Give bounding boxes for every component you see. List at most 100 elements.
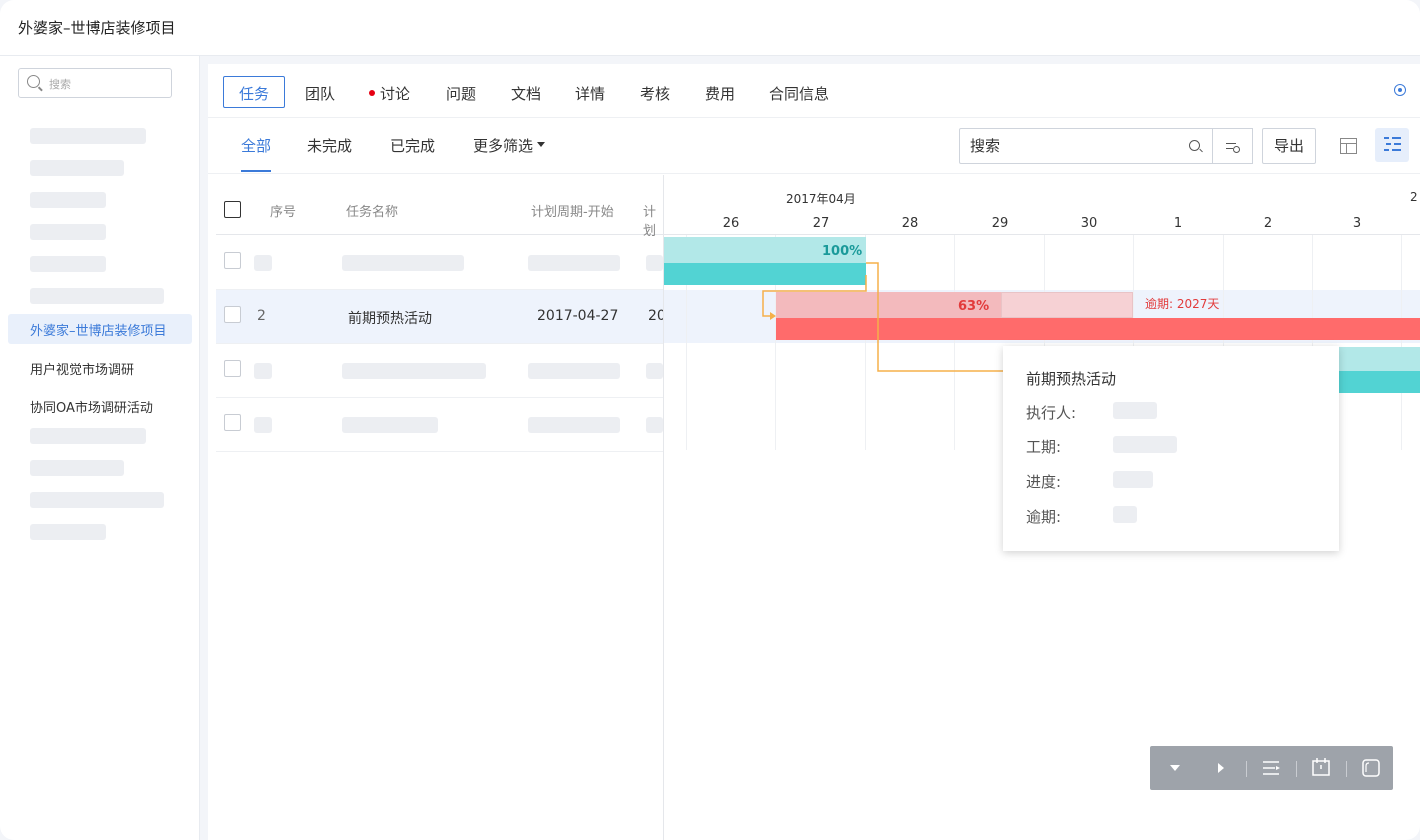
tab-discussion[interactable]: 讨论 (369, 83, 410, 104)
filter-more-dropdown[interactable]: 更多筛选 (473, 135, 546, 156)
settings-icon[interactable] (1394, 84, 1406, 96)
gantt-gridline (1401, 235, 1402, 450)
toolbar-divider (1246, 761, 1247, 777)
gantt-view-icon-bar (1386, 143, 1391, 145)
fullscreen-icon[interactable] (1360, 746, 1382, 790)
tooltip-duration-value (1113, 436, 1177, 453)
gantt-overdue-label: 逾期: 2027天 (1145, 297, 1220, 311)
filter-all[interactable]: 全部 (241, 135, 272, 172)
skeleton-cell (254, 417, 272, 433)
tooltip-progress-label: 进度: (1026, 473, 1062, 491)
column-header-seq[interactable]: 序号 (270, 201, 296, 220)
collapse-down-icon[interactable] (1164, 746, 1186, 790)
expand-right-icon[interactable] (1210, 746, 1232, 790)
sidebar-skeleton-item (30, 256, 106, 272)
skeleton-cell (528, 363, 620, 379)
sidebar-skeleton-item (30, 288, 164, 304)
sidebar-item-active-project[interactable]: 外婆家–世博店装修项目 (8, 314, 192, 344)
gantt-task-bar-actual[interactable] (664, 263, 866, 285)
sidebar-search-input[interactable]: 搜索 (18, 68, 172, 98)
export-button[interactable]: 导出 (1262, 128, 1316, 164)
tooltip-progress-value (1113, 471, 1153, 488)
tooltip-duration-label: 工期: (1026, 438, 1062, 456)
caret-down-icon (537, 142, 546, 147)
filter-search-icon (1226, 143, 1236, 145)
skeleton-cell (646, 255, 663, 271)
gantt-month-label: 2017年04月 (786, 192, 856, 206)
gantt-task-progress-label: 100% (822, 244, 863, 259)
task-search-box (959, 128, 1213, 164)
gantt-gridline (954, 235, 955, 450)
gantt-task-bar-overdue[interactable] (776, 318, 1420, 340)
gantt-task-progress-label: 63% (958, 299, 990, 314)
gantt-day-label: 3 (1352, 216, 1362, 231)
filter-incomplete[interactable]: 未完成 (307, 135, 352, 156)
sidebar-item-oa-research[interactable]: 协同OA市场调研活动 (30, 397, 153, 416)
tooltip-overdue-label: 逾期: (1026, 508, 1062, 526)
gantt-task-bar-plan-rest[interactable] (1001, 292, 1133, 318)
tab-details[interactable]: 详情 (575, 83, 605, 104)
select-all-checkbox[interactable] (224, 201, 241, 218)
search-icon[interactable] (1189, 140, 1200, 151)
column-header-end[interactable]: 计划 (643, 201, 663, 239)
tab-discussion-label: 讨论 (380, 85, 411, 103)
task-table: 序号 任务名称 计划周期-开始 计划 2 前期预热活动 2017-04-27 2… (216, 175, 666, 840)
gantt-day-label: 30 (1080, 216, 1098, 231)
indent-list-icon[interactable] (1260, 746, 1282, 790)
gantt-task-bar-plan[interactable] (1334, 347, 1420, 371)
filter-complete[interactable]: 已完成 (390, 135, 435, 156)
tab-contract-info[interactable]: 合同信息 (769, 83, 829, 104)
skeleton-cell (528, 417, 620, 433)
row-checkbox[interactable] (224, 306, 241, 323)
gantt-view-icon-bar (1384, 149, 1389, 151)
gantt-day-label: 2 (1263, 216, 1273, 231)
row-checkbox[interactable] (224, 360, 241, 377)
main-panel: 任务 团队 讨论 问题 文档 详情 考核 费用 合同信息 全部 未完成 已完成 … (208, 64, 1420, 840)
tab-expenses[interactable]: 费用 (705, 83, 735, 104)
toolbar-divider (1296, 761, 1297, 777)
row-task-name[interactable]: 前期预热活动 (348, 308, 432, 328)
tab-team[interactable]: 团队 (305, 83, 335, 104)
table-view-icon[interactable] (1340, 138, 1357, 154)
task-tooltip: 前期预热活动 执行人: 工期: 进度: 逾期: (1003, 346, 1339, 551)
sidebar-item-user-visual-research[interactable]: 用户视觉市场调研 (30, 359, 134, 378)
task-search-input[interactable] (960, 129, 1185, 163)
table-row[interactable] (216, 344, 663, 398)
tab-assessment[interactable]: 考核 (640, 83, 670, 104)
title-bar: 外婆家–世博店装修项目 (0, 0, 1420, 56)
row-checkbox[interactable] (224, 414, 241, 431)
skeleton-cell (528, 255, 620, 271)
tab-documents[interactable]: 文档 (511, 83, 541, 104)
window-title: 外婆家–世博店装修项目 (18, 19, 176, 37)
table-row[interactable] (216, 236, 663, 290)
gantt-view-button[interactable] (1375, 128, 1409, 162)
filter-more-label: 更多筛选 (473, 137, 534, 155)
sidebar: 搜索 外婆家–世博店装修项目 用户视觉市场调研 协同OA市场调研活动 (0, 56, 200, 840)
sidebar-skeleton-item (30, 492, 164, 508)
filter-bar: 全部 未完成 已完成 更多筛选 导出 (208, 118, 1420, 174)
sidebar-skeleton-item (30, 128, 146, 144)
gantt-day-label: 27 (812, 216, 830, 231)
advanced-search-button[interactable] (1213, 128, 1253, 164)
row-checkbox[interactable] (224, 252, 241, 269)
skeleton-cell (646, 417, 663, 433)
skeleton-cell (342, 363, 486, 379)
tab-tasks[interactable]: 任务 (223, 76, 286, 108)
gantt-timeline-header: 2017年04月 2 26 27 28 29 30 1 2 3 (664, 175, 1420, 235)
gantt-view-icon-bar (1394, 143, 1401, 145)
table-row[interactable] (216, 398, 663, 452)
tab-bar: 任务 团队 讨论 问题 文档 详情 考核 费用 合同信息 (208, 64, 1420, 118)
app-window: 外婆家–世博店装修项目 搜索 外婆家–世博店装修项目 用户视觉市场调研 协同OA… (0, 0, 1420, 840)
gantt-next-month-label: 2 (1410, 190, 1418, 204)
gantt-view-icon-bar (1392, 137, 1401, 139)
tooltip-overdue-value (1113, 506, 1137, 523)
table-header: 序号 任务名称 计划周期-开始 计划 (216, 175, 663, 239)
unread-dot (369, 89, 375, 96)
tab-issues[interactable]: 问题 (446, 83, 476, 104)
column-header-start[interactable]: 计划周期-开始 (531, 201, 614, 220)
column-header-name[interactable]: 任务名称 (346, 201, 398, 220)
today-calendar-icon[interactable] (1310, 746, 1332, 790)
table-row-selected[interactable]: 2 前期预热活动 2017-04-27 20 (216, 290, 666, 344)
gantt-task-bar-actual[interactable] (1334, 371, 1420, 393)
gantt-day-label: 29 (991, 216, 1009, 231)
